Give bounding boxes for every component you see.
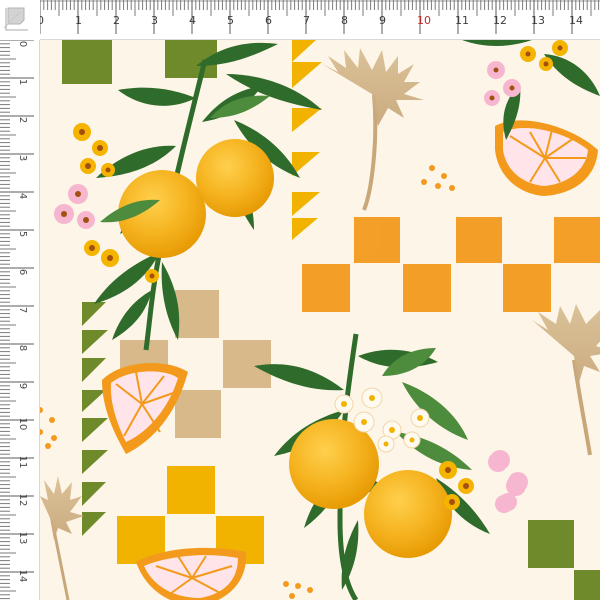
left-ruler-label: 14 [17,570,28,583]
left-ruler-label: 13 [17,532,28,545]
top-ruler-label: 6 [265,14,272,27]
top-ruler-label: 13 [531,14,545,27]
left-ruler-label: 10 [17,418,28,431]
top-ruler-label: 2 [113,14,120,27]
top-ruler-label: 7 [303,14,310,27]
left-ruler-label: 2 [17,117,28,123]
left-ruler: 01234567891011121314 [0,0,40,600]
top-ruler-label: 11 [455,14,469,27]
olive-square-3 [528,520,574,568]
top-ruler: 0 1 2 3 4 5 6 7 8 9 10 11 12 13 14 [0,0,600,40]
top-ruler-label: 5 [227,14,234,27]
top-ruler-label: 12 [493,14,507,27]
left-ruler-label: 12 [17,494,28,507]
top-ruler-label: 10 [417,14,431,27]
tropical-citrus-pattern [0,0,600,600]
left-ruler-label: 11 [17,456,28,469]
top-ruler-label: 14 [569,14,583,27]
left-ruler-label: 4 [17,193,28,199]
left-ruler-label: 7 [17,307,28,313]
ruler-corner [0,0,40,40]
top-ruler-label: 3 [151,14,158,27]
left-ruler-label: 8 [17,345,28,351]
olive-square-4 [574,570,600,600]
top-ruler-label: 4 [189,14,196,27]
fabric-pattern-preview: 0 1 2 3 4 5 6 7 8 9 10 11 12 13 14 0 1 2 3 4 5 6 7 8 9 10 11 12 13 1… [0,0,600,600]
left-ruler-label: 9 [17,383,28,389]
left-ruler-label: 3 [17,155,28,161]
left-ruler-label: 0 [17,41,28,47]
top-ruler-label: 8 [341,14,348,27]
top-ruler-label: 1 [75,14,82,27]
olive-square-1 [62,40,112,84]
left-ruler-label: 1 [17,79,28,85]
left-ruler-label: 5 [17,231,28,237]
top-ruler-label: 9 [379,14,386,27]
left-ruler-label: 6 [17,269,28,275]
